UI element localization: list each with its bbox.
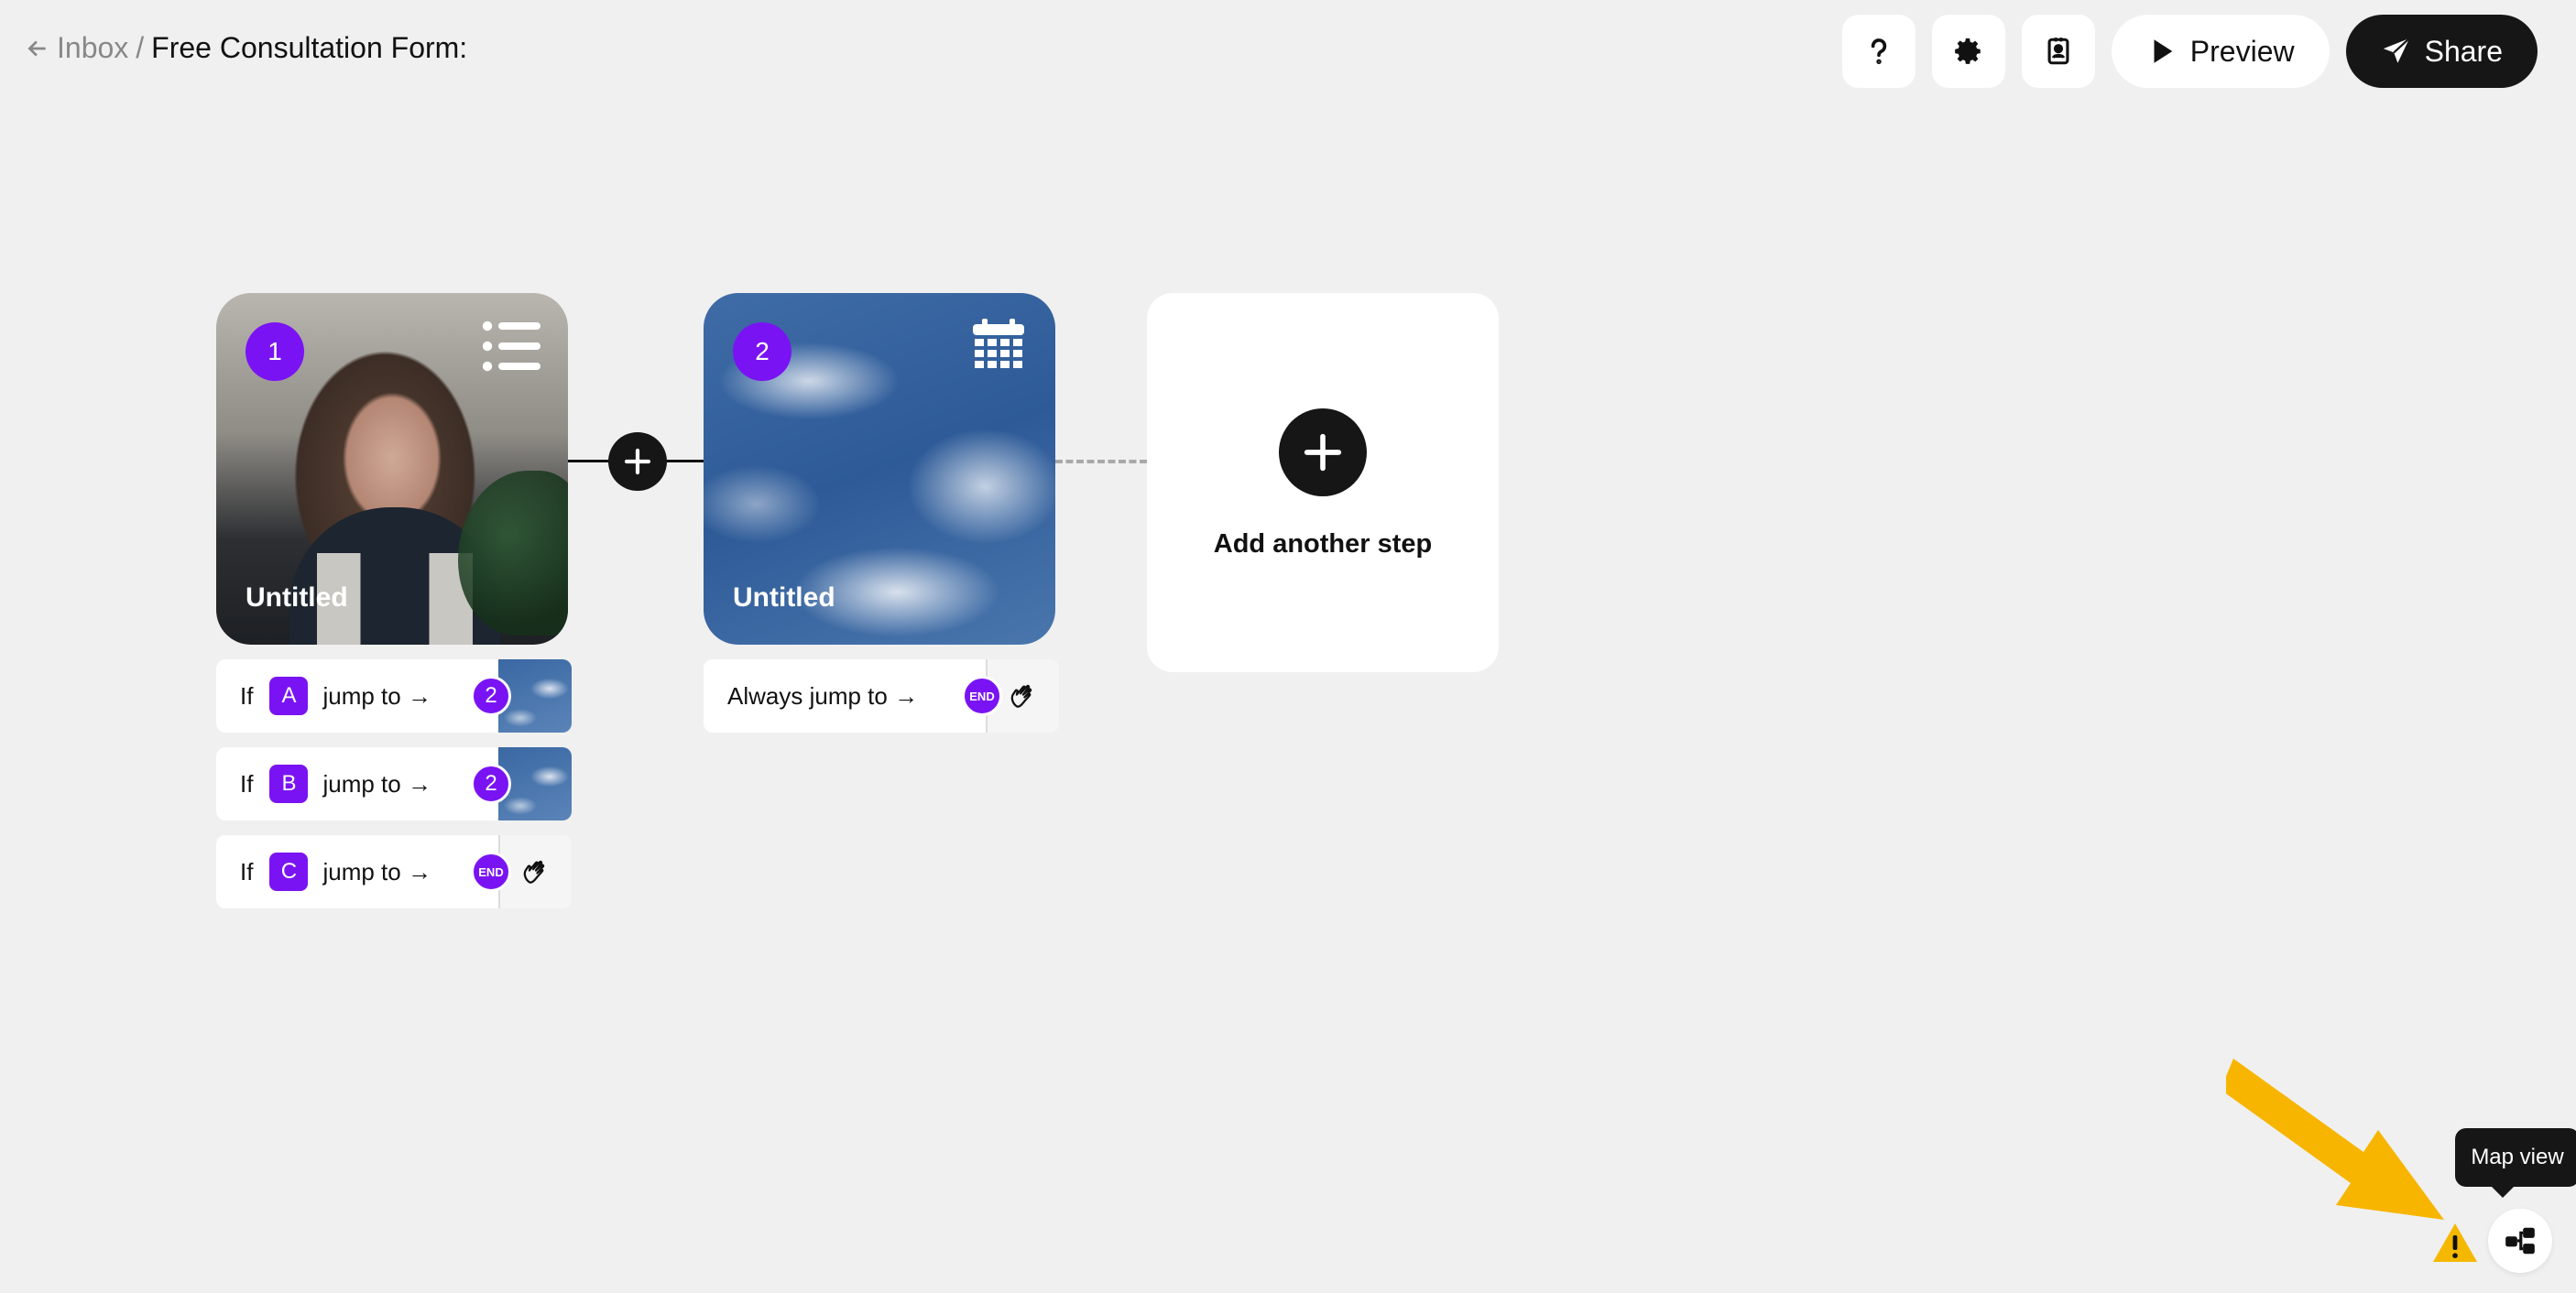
waving-hand-icon	[1010, 684, 1032, 708]
preview-label: Preview	[2189, 34, 2295, 68]
map-view-icon	[2505, 1227, 2535, 1255]
end-badge: END	[471, 852, 511, 892]
answer-letter-badge: C	[269, 853, 309, 891]
logic-rule[interactable]: If B jump to → 2	[216, 747, 572, 820]
step-card-2[interactable]: 2 Untitled	[704, 293, 1055, 645]
step-title: Untitled	[733, 582, 835, 613]
rule-jump-label: jump to →	[322, 857, 431, 886]
page-title: Free Consultation Form:	[151, 31, 468, 64]
end-badge: END	[962, 676, 1002, 716]
step-number-badge: 1	[246, 322, 304, 381]
step-title: Untitled	[246, 582, 348, 613]
target-step-badge: 2	[471, 676, 511, 716]
warning-icon[interactable]	[2431, 1222, 2479, 1264]
breadcrumb: Inbox / Free Consultation Form:	[26, 31, 467, 65]
add-step-label: Add another step	[1213, 529, 1433, 559]
rule-jump-label: jump to →	[322, 769, 431, 798]
calendar-icon	[973, 319, 1024, 368]
video-thumbnail-plant	[458, 471, 568, 636]
rule-if-label: If	[240, 769, 254, 798]
annotation-arrow-icon	[2226, 1059, 2444, 1220]
step-card-1[interactable]: 1 Untitled	[216, 293, 568, 645]
logic-rule[interactable]: If C jump to → END	[216, 835, 572, 908]
breadcrumb-separator: /	[136, 31, 145, 64]
map-view-button[interactable]	[2488, 1209, 2552, 1273]
logic-rule[interactable]: If A jump to → 2	[216, 659, 572, 733]
question-icon	[1871, 38, 1886, 65]
plus-icon	[624, 448, 651, 475]
list-icon	[482, 321, 540, 372]
rule-jump-label: jump to →	[322, 681, 431, 710]
play-icon	[2154, 39, 2173, 63]
add-step-button[interactable]	[1279, 408, 1367, 496]
dashed-connector	[1055, 460, 1147, 463]
share-button[interactable]: Share	[2345, 15, 2538, 88]
step-number-badge: 2	[733, 322, 791, 381]
logic-rule[interactable]: Always jump to → END	[704, 659, 1059, 733]
arrow-left-icon	[27, 39, 46, 57]
help-button[interactable]	[1841, 15, 1916, 88]
contacts-button[interactable]	[2021, 15, 2095, 88]
answer-letter-badge: A	[269, 677, 309, 715]
add-step-card[interactable]: Add another step	[1147, 293, 1499, 672]
plus-icon	[1304, 433, 1342, 472]
preview-button[interactable]: Preview	[2111, 15, 2330, 88]
back-label: Inbox	[57, 31, 129, 64]
rule-jump-label: Always jump to →	[727, 681, 919, 710]
gear-icon	[1954, 38, 1981, 64]
settings-button[interactable]	[1931, 15, 2005, 88]
answer-letter-badge: B	[269, 765, 309, 803]
target-step-badge: 2	[471, 764, 511, 804]
send-icon	[2383, 37, 2410, 63]
toolbar: Preview Share	[1841, 15, 2538, 88]
rule-if-label: If	[240, 857, 254, 886]
share-label: Share	[2424, 34, 2503, 68]
back-link[interactable]: Inbox	[26, 31, 128, 65]
waving-hand-icon	[523, 860, 545, 884]
map-view-tooltip: Map view	[2455, 1128, 2576, 1198]
rule-if-label: If	[240, 681, 254, 710]
contact-card-icon	[2047, 38, 2069, 65]
insert-step-button[interactable]	[608, 432, 667, 491]
